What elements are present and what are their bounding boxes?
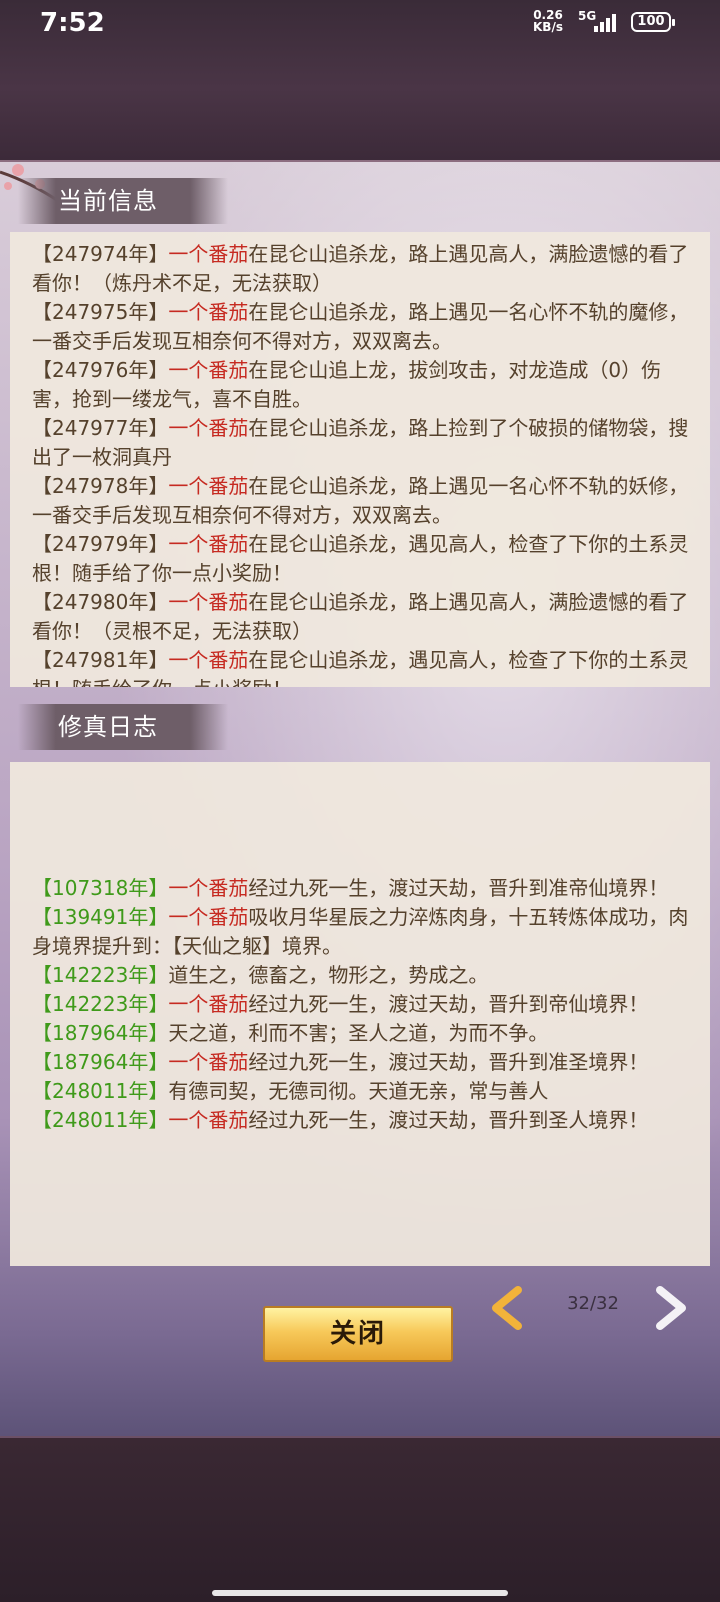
entry-player-name: 一个番茄 xyxy=(168,1108,249,1132)
entry-year: 【247976年】 xyxy=(32,358,169,382)
entry-year: 【247978年】 xyxy=(32,474,169,498)
chevron-left-icon xyxy=(492,1286,522,1330)
section-title-cultivation-log: 修真日志 xyxy=(18,704,228,750)
entry-player-name: 一个番茄 xyxy=(168,992,249,1016)
entry-year: 【248011年】 xyxy=(32,1079,169,1103)
entry-text: 道生之，德畜之，物形之，势成之。 xyxy=(168,963,489,987)
log-entry: 【107318年】一个番茄经过九死一生，渡过天劫，晋升到准帝仙境界！ xyxy=(32,874,696,903)
entry-year: 【247975年】 xyxy=(32,300,169,324)
status-time: 7:52 xyxy=(40,8,105,38)
entry-player-name: 一个番茄 xyxy=(168,358,249,382)
entry-year: 【187964年】 xyxy=(32,1021,169,1045)
entry-player-name: 一个番茄 xyxy=(168,416,249,440)
entry-year: 【142223年】 xyxy=(32,963,169,987)
entry-year: 【247974年】 xyxy=(32,242,169,266)
network-speed: 0.26 KB/s xyxy=(533,9,563,33)
entry-player-name: 一个番茄 xyxy=(168,905,249,929)
entry-text: 天之道，利而不害；圣人之道，为而不争。 xyxy=(168,1021,549,1045)
entry-player-name: 一个番茄 xyxy=(168,474,249,498)
log-entry: 【247980年】一个番茄在昆仑山追杀龙，路上遇见高人，满脸遗憾的看了看你！（灵… xyxy=(32,588,696,646)
entry-year: 【247981年】 xyxy=(32,648,169,672)
log-entry: 【142223年】一个番茄经过九死一生，渡过天劫，晋升到帝仙境界！ xyxy=(32,990,696,1019)
log-entry: 【247974年】一个番茄在昆仑山追杀龙，路上遇见高人，满脸遗憾的看了看你！（炼… xyxy=(32,240,696,298)
log-entry: 【247977年】一个番茄在昆仑山追杀龙，路上捡到了个破损的储物袋，搜出了一枚洞… xyxy=(32,414,696,472)
log-entry: 【139491年】一个番茄吸收月华星辰之力淬炼肉身，十五转炼体成功，肉身境界提升… xyxy=(32,903,696,961)
next-page-button[interactable] xyxy=(650,1286,690,1330)
status-bar: 7:52 0.26 KB/s 5G 100 xyxy=(0,0,720,46)
entry-player-name: 一个番茄 xyxy=(168,876,249,900)
chevron-right-icon xyxy=(656,1286,686,1330)
log-entry: 【247981年】一个番茄在昆仑山追杀龙，遇见高人，检查了下你的土系灵根！随手给… xyxy=(32,646,696,687)
entry-player-name: 一个番茄 xyxy=(168,242,249,266)
prev-page-button[interactable] xyxy=(488,1286,528,1330)
network-speed-unit: KB/s xyxy=(533,20,563,34)
cultivation-log-list[interactable]: 【107318年】一个番茄经过九死一生，渡过天劫，晋升到准帝仙境界！ 【13949… xyxy=(10,762,710,1266)
entry-year: 【247977年】 xyxy=(32,416,169,440)
entry-text: 经过九死一生，渡过天劫，晋升到准圣境界！ xyxy=(248,1050,649,1074)
entry-year: 【142223年】 xyxy=(32,992,169,1016)
log-entry: 【142223年】道生之，德畜之，物形之，势成之。 xyxy=(32,961,696,990)
entry-year: 【247979年】 xyxy=(32,532,169,556)
current-info-list[interactable]: 【247974年】一个番茄在昆仑山追杀龙，路上遇见高人，满脸遗憾的看了看你！（炼… xyxy=(10,232,710,687)
entry-year: 【187964年】 xyxy=(32,1050,169,1074)
entry-player-name: 一个番茄 xyxy=(168,532,249,556)
log-entry: 【248011年】有德司契，无德司彻。天道无亲，常与善人 xyxy=(32,1077,696,1106)
log-entry: 【247976年】一个番茄在昆仑山追上龙，拔剑攻击，对龙造成（0）伤害，抢到一缕… xyxy=(32,356,696,414)
entry-text: 经过九死一生，渡过天劫，晋升到帝仙境界！ xyxy=(248,992,649,1016)
log-entry: 【187964年】一个番茄经过九死一生，渡过天劫，晋升到准圣境界！ xyxy=(32,1048,696,1077)
entry-year: 【139491年】 xyxy=(32,905,169,929)
entry-player-name: 一个番茄 xyxy=(168,1050,249,1074)
entry-year: 【248011年】 xyxy=(32,1108,169,1132)
entry-text: 经过九死一生，渡过天劫，晋升到圣人境界！ xyxy=(248,1108,649,1132)
battery-icon: 100 xyxy=(631,12,675,32)
entry-text: 有德司契，无德司彻。天道无亲，常与善人 xyxy=(168,1079,549,1103)
entry-player-name: 一个番茄 xyxy=(168,648,249,672)
page-indicator: 32/32 xyxy=(567,1293,619,1314)
log-entry: 【248011年】一个番茄经过九死一生，渡过天劫，晋升到圣人境界！ xyxy=(32,1106,696,1135)
entry-year: 【107318年】 xyxy=(32,876,169,900)
entry-text: 经过九死一生，渡过天劫，晋升到准帝仙境界！ xyxy=(248,876,669,900)
log-entry: 【247975年】一个番茄在昆仑山追杀龙，路上遇见一名心怀不轨的魔修，一番交手后… xyxy=(32,298,696,356)
log-entry: 【247979年】一个番茄在昆仑山追杀龙，遇见高人，检查了下你的土系灵根！随手给… xyxy=(32,530,696,588)
entry-player-name: 一个番茄 xyxy=(168,300,249,324)
entry-player-name: 一个番茄 xyxy=(168,590,249,614)
signal-icon xyxy=(594,12,622,32)
log-panel: 当前信息 【247974年】一个番茄在昆仑山追杀龙，路上遇见高人，满脸遗憾的看了… xyxy=(0,160,720,1438)
close-button[interactable]: 关闭 xyxy=(263,1306,453,1362)
entry-year: 【247980年】 xyxy=(32,590,169,614)
log-entry: 【187964年】天之道，利而不害；圣人之道，为而不争。 xyxy=(32,1019,696,1048)
log-entry: 【247978年】一个番茄在昆仑山追杀龙，路上遇见一名心怀不轨的妖修，一番交手后… xyxy=(32,472,696,530)
section-title-current-info: 当前信息 xyxy=(18,178,228,224)
bottom-background xyxy=(0,1438,720,1602)
home-indicator[interactable] xyxy=(212,1590,508,1596)
